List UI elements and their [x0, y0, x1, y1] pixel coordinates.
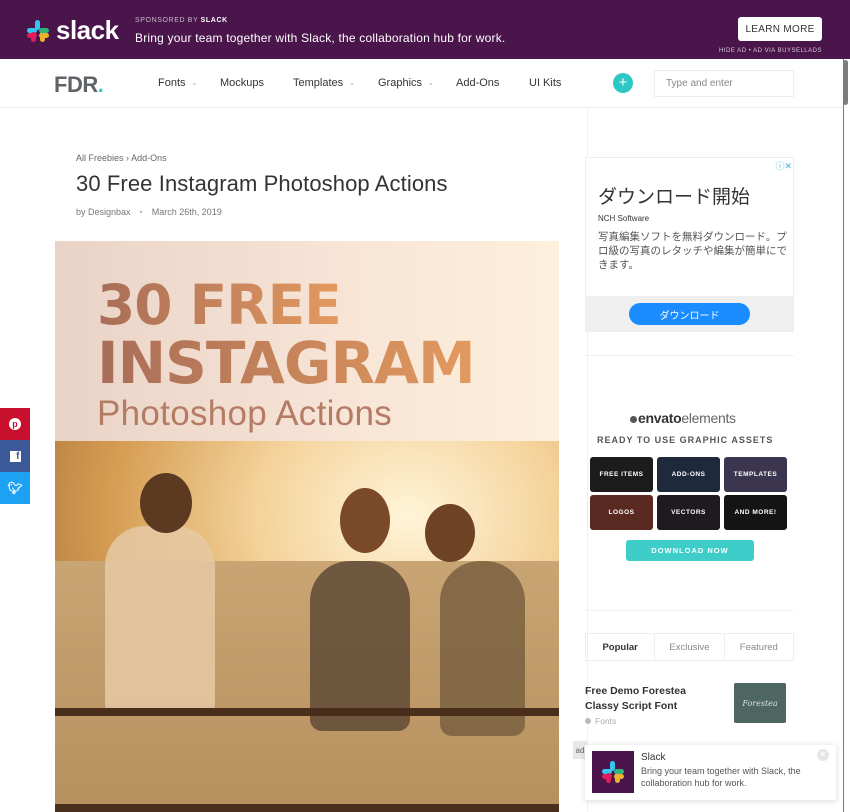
- category-dot-icon: [585, 718, 591, 724]
- chevron-down-icon: ⌄: [349, 80, 356, 87]
- chevron-down-icon: ⌄: [428, 80, 434, 87]
- envato-tile-logos[interactable]: LOGOS: [590, 495, 653, 530]
- slack-popup-ad[interactable]: Slack Bring your team together with Slac…: [585, 745, 836, 800]
- head-shape: [140, 473, 192, 533]
- post-category-label: Fonts: [595, 716, 617, 726]
- post-title-link[interactable]: Free Demo Forestea Classy Script Font: [585, 684, 715, 714]
- envato-tile-vectors[interactable]: VECTORS: [657, 495, 720, 530]
- envato-tagline: READY TO USE GRAPHIC ASSETS: [597, 435, 774, 445]
- ad-download-button[interactable]: ダウンロード: [629, 303, 750, 325]
- sponsor-banner: slack SPONSORED BY SLACK Bring your team…: [0, 0, 850, 59]
- nav-item-graphics[interactable]: Graphics ⌄: [378, 77, 434, 89]
- head-shape: [425, 504, 475, 562]
- close-icon[interactable]: ✕: [817, 749, 829, 761]
- breadcrumb: All Freebies › Add-Ons: [76, 153, 167, 163]
- popup-body: Bring your team together with Slack, the…: [641, 766, 801, 788]
- pinterest-share-button[interactable]: p: [0, 408, 30, 440]
- tab-popular[interactable]: Popular: [586, 634, 656, 660]
- breadcrumb-all-freebies[interactable]: All Freebies: [76, 153, 124, 163]
- envato-logo-bold: envato: [638, 410, 682, 426]
- envato-tile-add-ons[interactable]: ADD-ONS: [657, 457, 720, 492]
- sidebar-ad-nch[interactable]: ⓘ✕ ダウンロード開始 NCH Software 写真編集ソフトを無料ダウンロー…: [585, 157, 794, 332]
- envato-tile-free-items[interactable]: FREE ITEMS: [590, 457, 653, 492]
- post-thumbnail[interactable]: Forestea: [734, 683, 786, 723]
- scrollbar-thumb[interactable]: [843, 60, 848, 105]
- tab-featured[interactable]: Featured: [725, 634, 793, 660]
- article-meta: by Designbax • March 26th, 2019: [76, 207, 222, 217]
- hero-text-block: 30 FREE INSTAGRAM Photoshop Actions: [55, 241, 559, 451]
- ad-headline: ダウンロード開始: [598, 187, 751, 208]
- hero-headline-1: 30 FREE: [97, 273, 342, 337]
- site-logo[interactable]: FDR.: [54, 72, 104, 98]
- facebook-share-button[interactable]: f: [0, 440, 30, 472]
- envato-download-now-button[interactable]: DOWNLOAD NOW: [626, 540, 754, 561]
- person-shape: [310, 561, 410, 731]
- nav-item-ui-kits[interactable]: UI Kits: [529, 77, 561, 89]
- pinterest-icon: p: [9, 418, 21, 430]
- breadcrumb-add-ons[interactable]: Add-Ons: [131, 153, 167, 163]
- nav-item-templates[interactable]: Templates ⌄: [293, 77, 355, 89]
- chevron-down-icon: ⌄: [191, 80, 198, 87]
- site-logo-text: FDR: [54, 72, 98, 97]
- twitter-icon: 🐦︎: [7, 481, 23, 495]
- sponsored-by-prefix: SPONSORED BY: [135, 17, 199, 24]
- ad-brand: NCH Software: [598, 214, 650, 223]
- nav-item-label: Add-Ons: [456, 77, 500, 89]
- envato-tile-and-more[interactable]: AND MORE!: [724, 495, 787, 530]
- hero-headline-2: INSTAGRAM: [97, 329, 476, 397]
- ad-body: 写真編集ソフトを無料ダウンロード。プロ級の写真のレタッチや編集が簡単にできます。: [598, 231, 787, 271]
- envato-leaf-icon: [630, 416, 637, 423]
- nav-item-label: UI Kits: [529, 77, 562, 89]
- breadcrumb-separator: ›: [126, 153, 130, 163]
- nav-item-label: Templates: [293, 77, 344, 89]
- nav-item-label: Graphics: [378, 77, 423, 89]
- railing-shape: [55, 708, 559, 716]
- learn-more-button[interactable]: LEARN MORE: [738, 17, 822, 41]
- adchoices-icon[interactable]: ⓘ✕: [775, 159, 792, 172]
- person-shape: [105, 526, 215, 716]
- sponsor-message[interactable]: Bring your team together with Slack, the…: [135, 31, 505, 45]
- page: slack SPONSORED BY SLACK Bring your team…: [0, 0, 850, 812]
- envato-tile-templates[interactable]: TEMPLATES: [724, 457, 787, 492]
- popup-title: Slack: [641, 752, 666, 763]
- post-category[interactable]: Fonts: [585, 716, 616, 726]
- slack-hash-icon: [601, 760, 625, 784]
- nav-item-label: Fonts: [158, 77, 186, 89]
- nav-item-add-ons[interactable]: Add-Ons: [456, 77, 499, 89]
- hero-image: 30 FREE INSTAGRAM Photoshop Actions: [55, 241, 559, 812]
- meta-separator: •: [139, 207, 143, 217]
- hero-subheadline: Photoshop Actions: [97, 394, 393, 433]
- search-input[interactable]: [654, 70, 794, 97]
- hide-ad-link[interactable]: HIDE AD • AD VIA BUYSELLADS: [719, 48, 822, 54]
- main-nav: FDR. Fonts ⌄ Mockups Templates ⌄ Graphics ⌄…: [0, 59, 850, 108]
- tab-exclusive[interactable]: Exclusive: [655, 634, 725, 660]
- author-link[interactable]: by Designbax: [76, 207, 131, 217]
- envato-logo-light: elements: [681, 410, 736, 426]
- site-logo-dot: .: [97, 72, 104, 97]
- twitter-share-button[interactable]: 🐦︎: [0, 472, 30, 504]
- publish-date: March 26th, 2019: [151, 207, 222, 217]
- ad-footer: ダウンロード: [586, 296, 793, 332]
- slack-wordmark: slack: [56, 15, 119, 45]
- facebook-icon: f: [9, 450, 21, 462]
- hero-photo-friends-toasting: [55, 441, 559, 812]
- sidebar-tabs: Popular Exclusive Featured: [585, 633, 794, 661]
- head-shape: [340, 488, 390, 553]
- railing-shape: [55, 804, 559, 812]
- envato-elements-logo[interactable]: envatoelements: [630, 410, 736, 426]
- plus-icon[interactable]: +: [613, 73, 633, 93]
- slack-popup-logo: [592, 751, 634, 793]
- scrollbar-track[interactable]: [843, 59, 850, 812]
- sponsored-by-label: SPONSORED BY SLACK: [135, 17, 228, 24]
- nav-item-label: Mockups: [220, 77, 265, 89]
- nav-item-fonts[interactable]: Fonts ⌄: [158, 77, 197, 89]
- sidebar-divider: [585, 610, 794, 611]
- slack-hash-icon: [26, 19, 50, 43]
- slack-logo[interactable]: slack: [26, 15, 119, 46]
- page-title: 30 Free Instagram Photoshop Actions: [76, 171, 448, 196]
- nav-item-mockups[interactable]: Mockups: [220, 77, 264, 89]
- sidebar-divider: [585, 355, 794, 356]
- sponsored-by-brand: SLACK: [200, 17, 228, 24]
